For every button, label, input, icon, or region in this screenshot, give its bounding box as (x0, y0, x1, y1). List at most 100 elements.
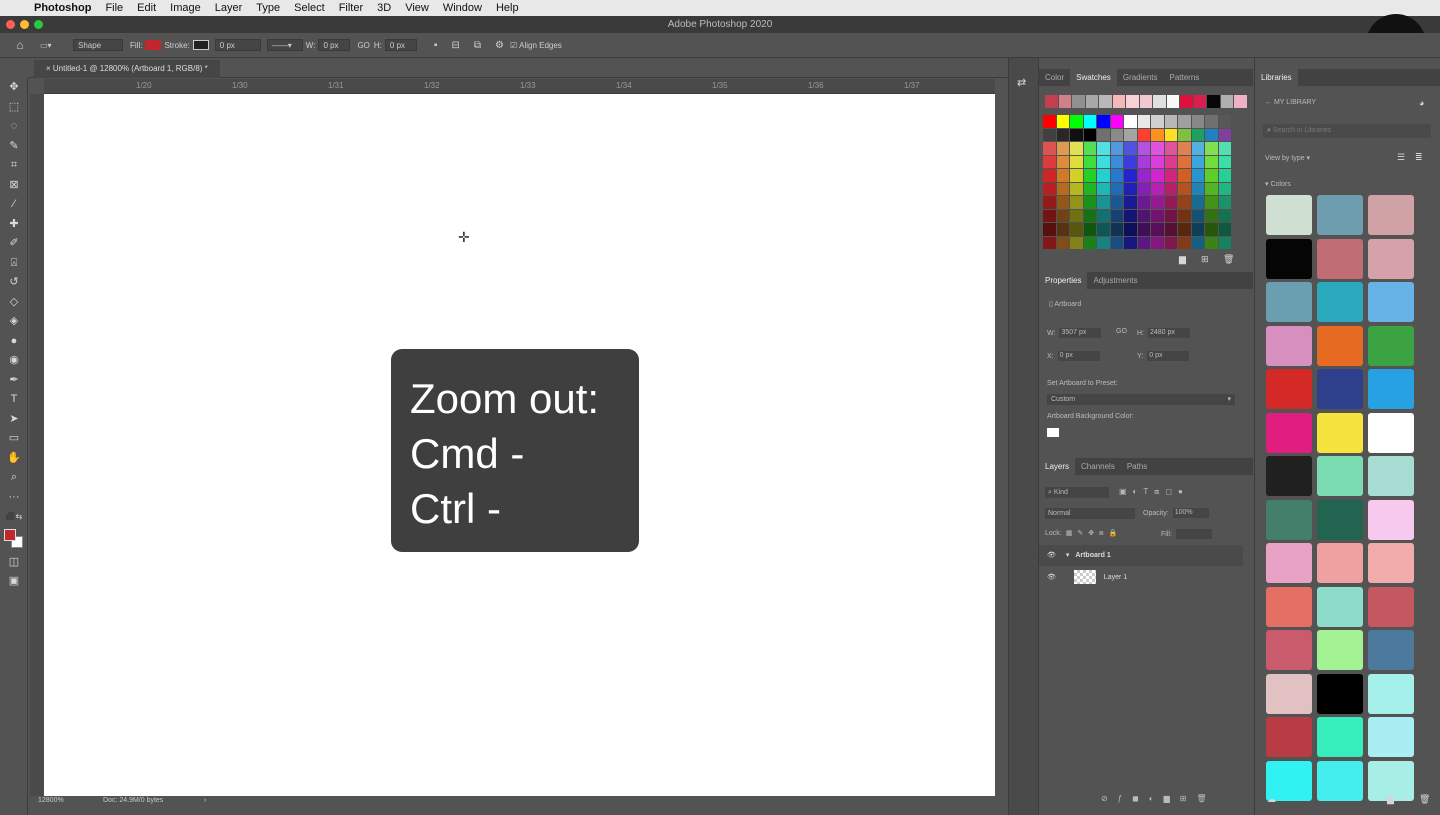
swatch[interactable] (1178, 236, 1191, 249)
quick-mask-icon[interactable]: ◫ (0, 553, 28, 573)
swatch[interactable] (1164, 128, 1177, 141)
swatch[interactable] (1126, 95, 1139, 108)
stroke-type-select[interactable]: ——▾ (266, 39, 303, 51)
folder-icon[interactable]: ▆ (1179, 254, 1186, 265)
swatch[interactable] (1151, 155, 1164, 168)
swatch[interactable] (1083, 236, 1096, 249)
swatch[interactable] (1151, 209, 1164, 222)
library-color-swatch[interactable] (1317, 717, 1363, 757)
swatch[interactable] (1070, 236, 1083, 249)
swatch[interactable] (1137, 182, 1150, 195)
swatch[interactable] (1043, 115, 1056, 128)
menu-view[interactable]: View (405, 2, 429, 14)
menu-file[interactable]: File (105, 2, 123, 14)
swatch[interactable] (1164, 236, 1177, 249)
swatch[interactable] (1137, 169, 1150, 182)
swatch[interactable] (1178, 128, 1191, 141)
swatch[interactable] (1151, 236, 1164, 249)
quick-selection-tool-icon[interactable]: ✎ (0, 137, 28, 157)
swatch[interactable] (1164, 182, 1177, 195)
sort-icon[interactable]: ☰ (1397, 152, 1405, 163)
library-color-swatch[interactable] (1266, 369, 1312, 409)
library-color-swatch[interactable] (1317, 195, 1363, 235)
library-color-swatch[interactable] (1368, 369, 1414, 409)
pen-tool-icon[interactable]: ✒ (0, 371, 28, 391)
list-view-icon[interactable]: ≣ (1415, 152, 1423, 163)
swatch[interactable] (1191, 142, 1204, 155)
swatch[interactable] (1151, 182, 1164, 195)
menu-type[interactable]: Type (256, 2, 280, 14)
swatch[interactable] (1083, 182, 1096, 195)
swatch[interactable] (1124, 209, 1137, 222)
library-color-swatch[interactable] (1317, 673, 1363, 714)
lock-icons[interactable]: ▦✎✥⧈🔒 (1066, 530, 1123, 537)
artboard-bg-swatch[interactable] (1047, 428, 1059, 437)
swatch[interactable] (1097, 142, 1110, 155)
crop-tool-icon[interactable]: ⌗ (0, 156, 28, 176)
swatch[interactable] (1083, 169, 1096, 182)
library-color-swatch[interactable] (1368, 543, 1414, 583)
swatch[interactable] (1205, 115, 1218, 128)
width-field[interactable]: 0 px (318, 39, 351, 51)
library-color-swatch[interactable] (1317, 499, 1363, 540)
swatch[interactable] (1178, 209, 1191, 222)
swatch[interactable] (1151, 169, 1164, 182)
swatch[interactable] (1191, 115, 1204, 128)
swatch[interactable] (1137, 128, 1150, 141)
swatch[interactable] (1137, 209, 1150, 222)
swatch[interactable] (1083, 209, 1096, 222)
user-icon[interactable]: ◕ (1419, 98, 1424, 108)
swatch[interactable] (1097, 115, 1110, 128)
swatch[interactable] (1218, 236, 1231, 249)
swatch[interactable] (1124, 169, 1137, 182)
marquee-tool-icon[interactable]: ⬚ (0, 98, 28, 118)
menu-edit[interactable]: Edit (137, 2, 156, 14)
swatch[interactable] (1110, 169, 1123, 182)
swatch[interactable] (1097, 223, 1110, 236)
swatch[interactable] (1056, 169, 1069, 182)
swatch[interactable] (1205, 223, 1218, 236)
swatch[interactable] (1056, 196, 1069, 209)
swatch[interactable] (1191, 223, 1204, 236)
opacity-field[interactable]: 100% (1172, 508, 1209, 518)
path-selection-tool-icon[interactable]: ➤ (0, 410, 28, 430)
library-color-swatch[interactable] (1266, 195, 1312, 235)
close-window-button[interactable] (6, 20, 15, 29)
zoom-level[interactable]: 12800% (38, 797, 64, 804)
swatch[interactable] (1164, 223, 1177, 236)
swatch[interactable] (1218, 182, 1231, 195)
back-arrow-icon[interactable]: ← (1265, 99, 1272, 106)
lasso-tool-icon[interactable]: ◌ (0, 117, 28, 137)
new-swatch-icon[interactable]: ⊞ (1201, 254, 1209, 265)
swatch[interactable] (1070, 169, 1083, 182)
swatch[interactable] (1191, 155, 1204, 168)
swatch[interactable] (1137, 142, 1150, 155)
swatch[interactable] (1220, 95, 1233, 108)
tab-gradients[interactable]: Gradients (1117, 69, 1164, 86)
swatch[interactable] (1124, 128, 1137, 141)
swatch[interactable] (1070, 223, 1083, 236)
hand-tool-icon[interactable]: ✋ (0, 449, 28, 469)
library-color-swatch[interactable] (1368, 499, 1414, 540)
swatch[interactable] (1137, 115, 1150, 128)
tab-color[interactable]: Color (1039, 69, 1070, 86)
add-icon[interactable]: + (1403, 794, 1408, 804)
menu-3d[interactable]: 3D (377, 2, 391, 14)
swatch[interactable] (1099, 95, 1112, 108)
library-color-swatch[interactable] (1266, 543, 1312, 583)
paint-bucket-tool-icon[interactable]: ◈ (0, 312, 28, 332)
view-by-select[interactable]: View by type ▾ (1265, 154, 1310, 162)
swatch[interactable] (1070, 128, 1083, 141)
eyedropper-tool-icon[interactable]: ⁄ (0, 195, 28, 215)
swatch[interactable] (1191, 169, 1204, 182)
trash-icon[interactable]: 🗑 (1223, 254, 1234, 265)
menu-filter[interactable]: Filter (339, 2, 363, 14)
swatch[interactable] (1110, 128, 1123, 141)
swatch[interactable] (1218, 115, 1231, 128)
swatch[interactable] (1112, 95, 1125, 108)
clone-stamp-tool-icon[interactable]: ⍓ (0, 254, 28, 274)
swatch[interactable] (1137, 196, 1150, 209)
library-color-swatch[interactable] (1266, 238, 1312, 279)
swatch[interactable] (1218, 196, 1231, 209)
artboard-link-toggle[interactable]: GO (1116, 328, 1127, 335)
